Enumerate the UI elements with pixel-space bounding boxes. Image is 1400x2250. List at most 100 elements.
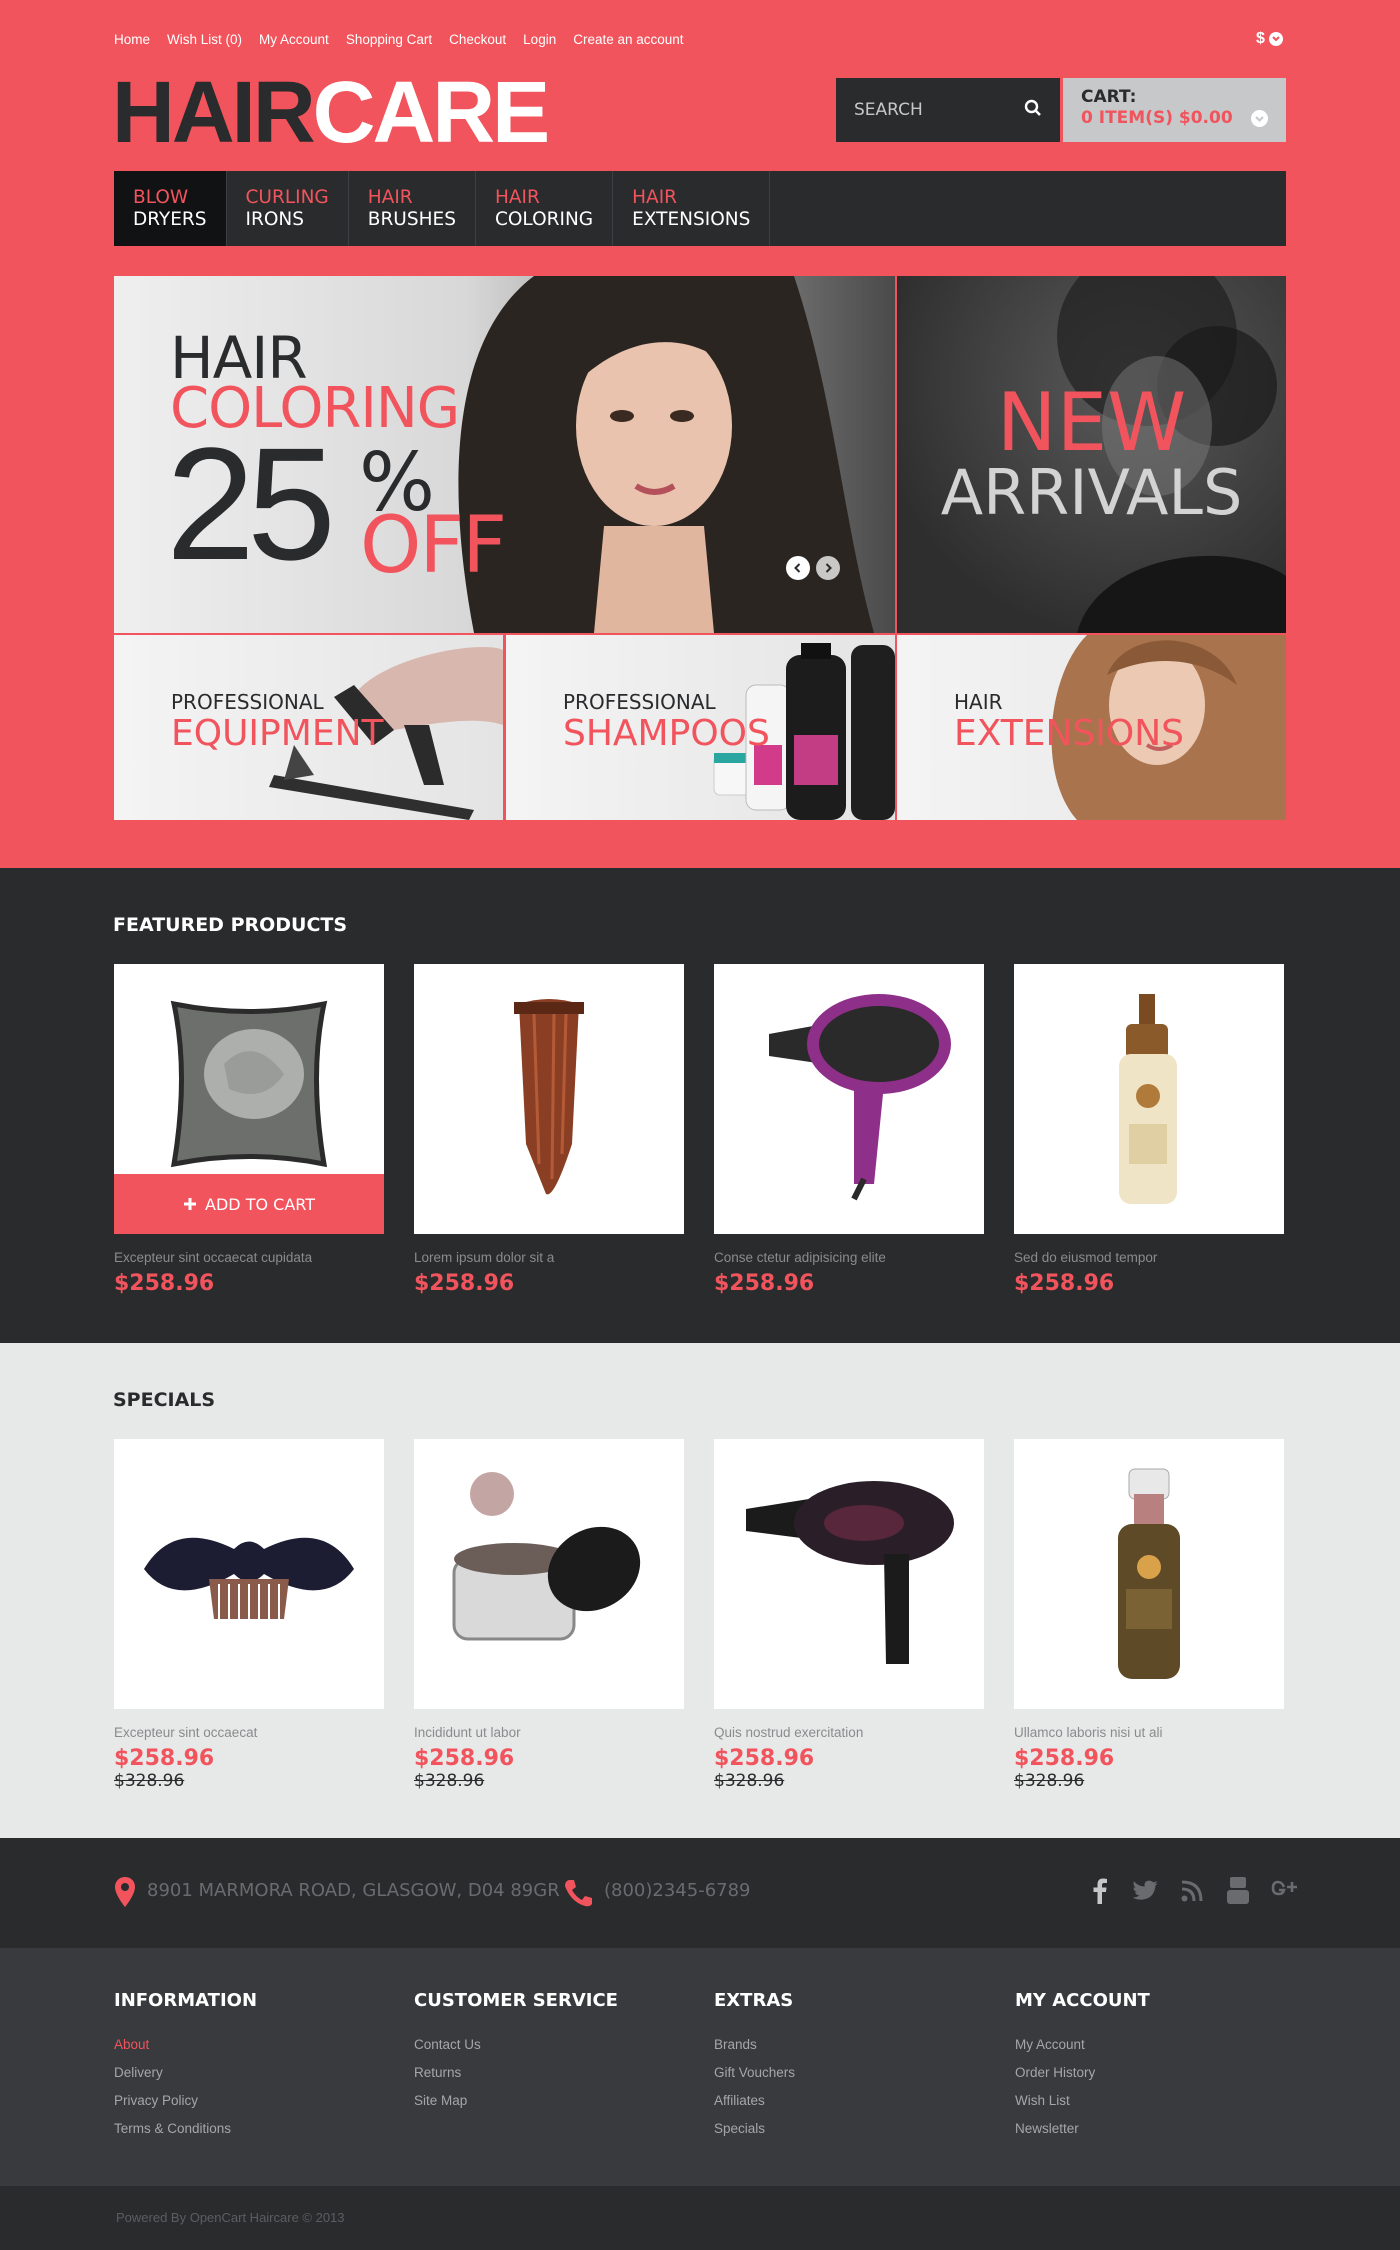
product-name[interactable]: Sed do eiusmod tempor xyxy=(1014,1250,1284,1265)
product-image[interactable] xyxy=(114,1439,384,1709)
plus-icon xyxy=(184,1198,197,1210)
nav-item-hair-extensions[interactable]: HAIR EXTENSIONS xyxy=(613,171,771,246)
top-link-login[interactable]: Login xyxy=(523,32,556,47)
top-link-shopping-cart[interactable]: Shopping Cart xyxy=(346,32,432,47)
banner-extensions-line1: HAIR xyxy=(954,690,1003,714)
hair-bow-comb-image xyxy=(144,1537,354,1619)
youtube-icon[interactable] xyxy=(1224,1876,1252,1906)
product-name[interactable]: Excepteur sint occaecat cupidata xyxy=(114,1250,384,1265)
product-image[interactable] xyxy=(714,1439,984,1709)
footer-link-my-account[interactable]: My Account xyxy=(1015,2031,1150,2059)
copyright-text: Powered By OpenCart Haircare © 2013 xyxy=(116,2210,345,2225)
footer-link-brands[interactable]: Brands xyxy=(714,2031,795,2059)
search-icon[interactable] xyxy=(1024,99,1042,121)
add-to-cart-label: ADD TO CART xyxy=(205,1194,315,1214)
product-name[interactable]: Conse ctetur adipisicing elite xyxy=(714,1250,984,1265)
footer-link-contact-us[interactable]: Contact Us xyxy=(414,2031,618,2059)
product-name[interactable]: Ullamco laboris nisi ut ali xyxy=(1014,1725,1284,1740)
top-link-checkout[interactable]: Checkout xyxy=(449,32,506,47)
hero-banner-hair-coloring[interactable]: HAIR COLORING 25 % OFF xyxy=(114,276,895,633)
nav-item-hair-brushes[interactable]: HAIR BRUSHES xyxy=(349,171,476,246)
product-card: Conse ctetur adipisicing elite $258.96 xyxy=(714,964,984,1296)
product-name[interactable]: Lorem ipsum dolor sit a xyxy=(414,1250,684,1265)
twitter-icon[interactable] xyxy=(1132,1876,1160,1906)
footer-link-newsletter[interactable]: Newsletter xyxy=(1015,2115,1150,2143)
banner-professional-equipment[interactable]: PROFESSIONAL EQUIPMENT xyxy=(114,635,503,820)
slider-prev-button[interactable] xyxy=(786,556,810,580)
social-links xyxy=(1086,1876,1298,1906)
footer-link-wish-list[interactable]: Wish List xyxy=(1015,2087,1150,2115)
add-to-cart-button[interactable]: ADD TO CART xyxy=(114,1174,384,1234)
product-price: $258.96 xyxy=(714,1746,815,1771)
banner-shampoos-line1: PROFESSIONAL xyxy=(563,690,716,714)
footer-column-my-account: MY ACCOUNT My Account Order History Wish… xyxy=(1015,1990,1150,2143)
product-image[interactable] xyxy=(1014,1439,1284,1709)
product-name[interactable]: Excepteur sint occaecat xyxy=(114,1725,384,1740)
footer-link-terms[interactable]: Terms & Conditions xyxy=(114,2115,257,2143)
nav-label-bottom: IRONS xyxy=(245,209,304,230)
nav-label-bottom: EXTENSIONS xyxy=(632,209,751,230)
product-image[interactable] xyxy=(414,964,684,1234)
main-nav: BLOW DRYERS CURLING IRONS HAIR BRUSHES H… xyxy=(114,171,1286,246)
spray-can-image xyxy=(1118,1468,1180,1679)
product-price: $258.96 xyxy=(1014,1746,1115,1771)
footer-link-returns[interactable]: Returns xyxy=(414,2059,618,2087)
chevron-right-icon xyxy=(825,563,832,573)
product-card: Ullamco laboris nisi ut ali $258.96 $328… xyxy=(1014,1439,1284,1791)
product-old-price: $328.96 xyxy=(414,1771,485,1791)
search-input[interactable] xyxy=(854,100,1004,120)
banner-hair-extensions[interactable]: HAIR EXTENSIONS xyxy=(897,635,1286,820)
google-plus-icon[interactable] xyxy=(1270,1876,1298,1906)
chevron-down-icon xyxy=(1268,32,1283,46)
footer-link-site-map[interactable]: Site Map xyxy=(414,2087,618,2115)
banner-new-arrivals[interactable]: NEW ARRIVALS xyxy=(897,276,1286,633)
cart-label: CART: xyxy=(1081,87,1137,107)
nav-label-top: BLOW xyxy=(133,187,189,208)
top-link-home[interactable]: Home xyxy=(114,32,150,47)
banner-professional-shampoos[interactable]: PROFESSIONAL SHAMPOOS xyxy=(506,635,895,820)
rss-icon[interactable] xyxy=(1178,1876,1206,1906)
product-name[interactable]: Quis nostrud exercitation xyxy=(714,1725,984,1740)
product-image[interactable] xyxy=(1014,964,1284,1234)
nav-item-hair-coloring[interactable]: HAIR COLORING xyxy=(476,171,614,246)
footer-link-privacy-policy[interactable]: Privacy Policy xyxy=(114,2087,257,2115)
top-link-create-account[interactable]: Create an account xyxy=(573,32,683,47)
top-link-my-account[interactable]: My Account xyxy=(259,32,329,47)
product-card: ADD TO CART Excepteur sint occaecat cupi… xyxy=(114,964,384,1296)
currency-selector[interactable]: $ xyxy=(1256,30,1283,48)
chevron-left-icon xyxy=(794,563,801,573)
footer-link-delivery[interactable]: Delivery xyxy=(114,2059,257,2087)
slider-next-button[interactable] xyxy=(816,556,840,580)
product-card: Excepteur sint occaecat $258.96 $328.96 xyxy=(114,1439,384,1791)
mousse-bottle-image xyxy=(1119,994,1177,1204)
contact-phone[interactable]: (800)2345-6789 xyxy=(604,1880,751,1901)
product-image[interactable]: ADD TO CART xyxy=(114,964,384,1234)
hair-extension-image xyxy=(514,999,584,1195)
footer-link-order-history[interactable]: Order History xyxy=(1015,2059,1150,2087)
footer-link-about[interactable]: About xyxy=(114,2031,257,2059)
hair-dryer-image xyxy=(746,1481,954,1664)
top-link-wishlist[interactable]: Wish List (0) xyxy=(167,32,242,47)
product-name[interactable]: Incididunt ut labor xyxy=(414,1725,684,1740)
footer-link-gift-vouchers[interactable]: Gift Vouchers xyxy=(714,2059,795,2087)
product-image[interactable] xyxy=(414,1439,684,1709)
nav-item-blow-dryers[interactable]: BLOW DRYERS xyxy=(114,171,227,246)
phone-icon xyxy=(565,1880,592,1907)
product-card: Sed do eiusmod tempor $258.96 xyxy=(1014,964,1284,1296)
footer: INFORMATION About Delivery Privacy Polic… xyxy=(0,1948,1400,2186)
nav-label-bottom: COLORING xyxy=(494,209,594,230)
footer-link-specials[interactable]: Specials xyxy=(714,2115,795,2143)
product-price: $258.96 xyxy=(1014,1271,1115,1296)
footer-column-title: MY ACCOUNT xyxy=(1015,1990,1150,2011)
logo[interactable]: HAIRCARE xyxy=(112,68,550,158)
nav-item-curling-irons[interactable]: CURLING IRONS xyxy=(227,171,349,246)
footer-column-information: INFORMATION About Delivery Privacy Polic… xyxy=(114,1990,257,2143)
footer-link-affiliates[interactable]: Affiliates xyxy=(714,2087,795,2115)
banner-equipment-line1: PROFESSIONAL xyxy=(171,690,324,714)
chevron-down-icon xyxy=(1251,110,1268,127)
facebook-icon[interactable] xyxy=(1086,1876,1114,1906)
banner-off-label: OFF xyxy=(360,501,507,591)
nav-label-top: CURLING xyxy=(245,187,329,208)
cart-dropdown[interactable]: CART: 0 ITEM(S) $0.00 xyxy=(1063,78,1286,142)
product-image[interactable] xyxy=(714,964,984,1234)
